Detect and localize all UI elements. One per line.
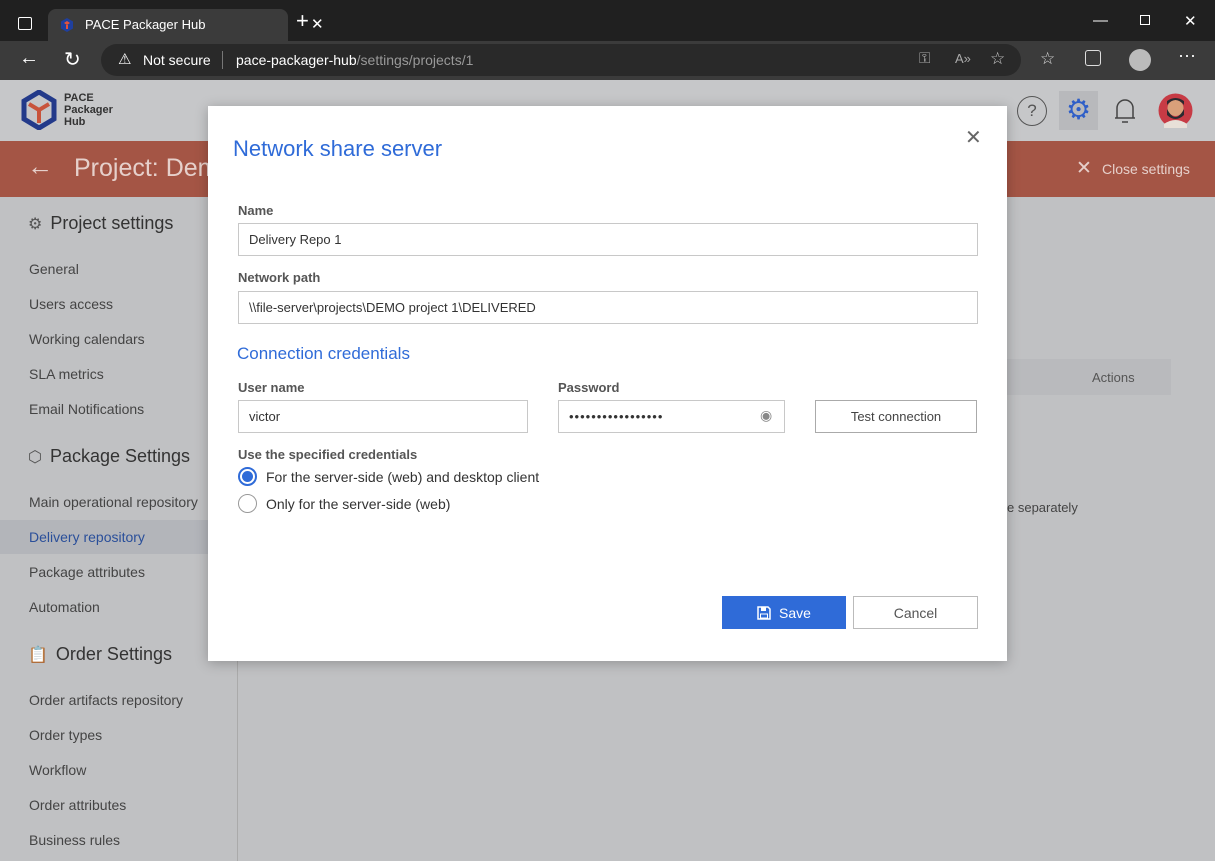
sidebar-item-business-rules[interactable]: Business rules (29, 832, 120, 848)
close-settings-link[interactable]: Close settings (1102, 161, 1190, 177)
sidebar-item-sla-metrics[interactable]: SLA metrics (29, 366, 104, 382)
profile-icon[interactable] (1129, 49, 1151, 71)
back-icon[interactable]: ← (19, 47, 39, 70)
settings-gear-icon[interactable]: ⚙ (1059, 91, 1098, 130)
address-bar[interactable]: ⚠ Not secure pace-packager-hub/settings/… (101, 44, 1021, 76)
gear-icon: ⚙ (28, 215, 43, 233)
divider (222, 51, 223, 69)
network-share-dialog: Network share server ✕ Name Network path… (208, 106, 1007, 661)
name-label: Name (238, 203, 274, 218)
save-disk-icon (757, 605, 771, 620)
clipboard-icon: 📋 (28, 646, 48, 664)
sidebar-section-order-settings: 📋 Order Settings (28, 644, 172, 664)
browser-tab[interactable]: PACE Packager Hub ✕ (48, 9, 324, 41)
password-input[interactable] (558, 400, 785, 433)
user-name-input[interactable] (238, 400, 528, 433)
sidebar-item-package-attributes[interactable]: Package attributes (29, 564, 145, 580)
tab-actions-icon[interactable] (18, 17, 32, 30)
test-connection-button[interactable]: Test connection (815, 400, 977, 433)
logo-text: PACE Packager Hub (64, 92, 113, 128)
browser-tab-strip: PACE Packager Hub ✕ + — ✕ (0, 0, 1215, 41)
sidebar-item-automation[interactable]: Automation (29, 599, 100, 615)
favorites-icon[interactable]: ☆ (1040, 49, 1055, 69)
package-icon: ⬡ (28, 448, 42, 466)
maximize-icon[interactable] (1140, 15, 1150, 25)
use-credentials-label: Use the specified credentials (238, 447, 418, 462)
back-arrow-icon[interactable]: ← (27, 151, 53, 182)
sidebar-section-project-settings: ⚙ Project settings (28, 213, 174, 233)
background-text: e separately (1007, 500, 1078, 515)
add-favorite-icon[interactable]: ☆ (990, 49, 1005, 69)
user-name-label: User name (238, 380, 305, 395)
avatar[interactable] (1158, 93, 1193, 128)
close-icon[interactable]: ✕ (1076, 157, 1092, 180)
sidebar-item-order-attributes[interactable]: Order attributes (29, 797, 126, 813)
sidebar-item-users-access[interactable]: Users access (29, 296, 113, 312)
logo-icon (21, 90, 57, 130)
tab-title: PACE Packager Hub (85, 17, 206, 32)
sidebar-item-email-notifications[interactable]: Email Notifications (29, 401, 144, 417)
password-label: Password (558, 380, 620, 395)
radio-server-only[interactable]: Only for the server-side (web) (238, 494, 450, 513)
save-button[interactable]: Save (722, 596, 846, 629)
url-path: /settings/projects/1 (356, 52, 474, 68)
sidebar-item-delivery-repository[interactable]: Delivery repository (0, 520, 238, 554)
key-icon[interactable]: ⚿ (919, 50, 930, 67)
network-path-label: Network path (238, 270, 321, 285)
close-dialog-icon[interactable]: ✕ (965, 125, 982, 150)
settings-sidebar: ⚙ Project settings General Users access Work… (0, 197, 238, 861)
sidebar-item-workflow[interactable]: Workflow (29, 762, 86, 778)
sidebar-item-general[interactable]: General (29, 261, 79, 277)
radio-button[interactable] (238, 494, 257, 513)
table-header: Actions (1007, 359, 1171, 395)
minimize-icon[interactable]: — (1093, 12, 1108, 29)
collections-icon[interactable] (1085, 50, 1101, 66)
network-path-input[interactable] (238, 291, 978, 324)
sidebar-item-main-operational-repository[interactable]: Main operational repository (29, 494, 198, 510)
favicon-icon (61, 18, 73, 32)
warning-icon: ⚠ (118, 51, 132, 68)
url-host: pace-packager-hub (236, 52, 357, 68)
refresh-icon[interactable]: ↻ (64, 47, 81, 72)
new-tab-icon[interactable]: + (296, 8, 309, 34)
close-window-icon[interactable]: ✕ (1184, 12, 1197, 30)
read-aloud-icon[interactable]: A» (955, 51, 971, 66)
sidebar-item-working-calendars[interactable]: Working calendars (29, 331, 145, 347)
notification-bell-icon[interactable] (1113, 96, 1137, 126)
radio-desktop-and-web[interactable]: For the server-side (web) and desktop cl… (238, 467, 539, 486)
dialog-title: Network share server (233, 136, 443, 161)
cancel-button[interactable]: Cancel (853, 596, 978, 629)
help-icon[interactable]: ? (1017, 96, 1047, 126)
actions-column-header: Actions (1092, 370, 1135, 385)
more-icon[interactable]: ··· (1178, 45, 1196, 66)
radio-button[interactable] (238, 467, 257, 486)
show-password-eye-icon[interactable]: ◉ (760, 407, 772, 424)
name-input[interactable] (238, 223, 978, 256)
project-title: Project: Demo project 1 (74, 154, 208, 182)
sidebar-item-order-artifacts-repository[interactable]: Order artifacts repository (29, 692, 183, 708)
sidebar-section-package-settings: ⬡ Package Settings (28, 446, 191, 466)
security-label[interactable]: Not secure (143, 52, 211, 68)
close-tab-icon[interactable]: ✕ (311, 15, 324, 33)
credentials-heading: Connection credentials (237, 344, 410, 363)
sidebar-item-order-types[interactable]: Order types (29, 727, 102, 743)
